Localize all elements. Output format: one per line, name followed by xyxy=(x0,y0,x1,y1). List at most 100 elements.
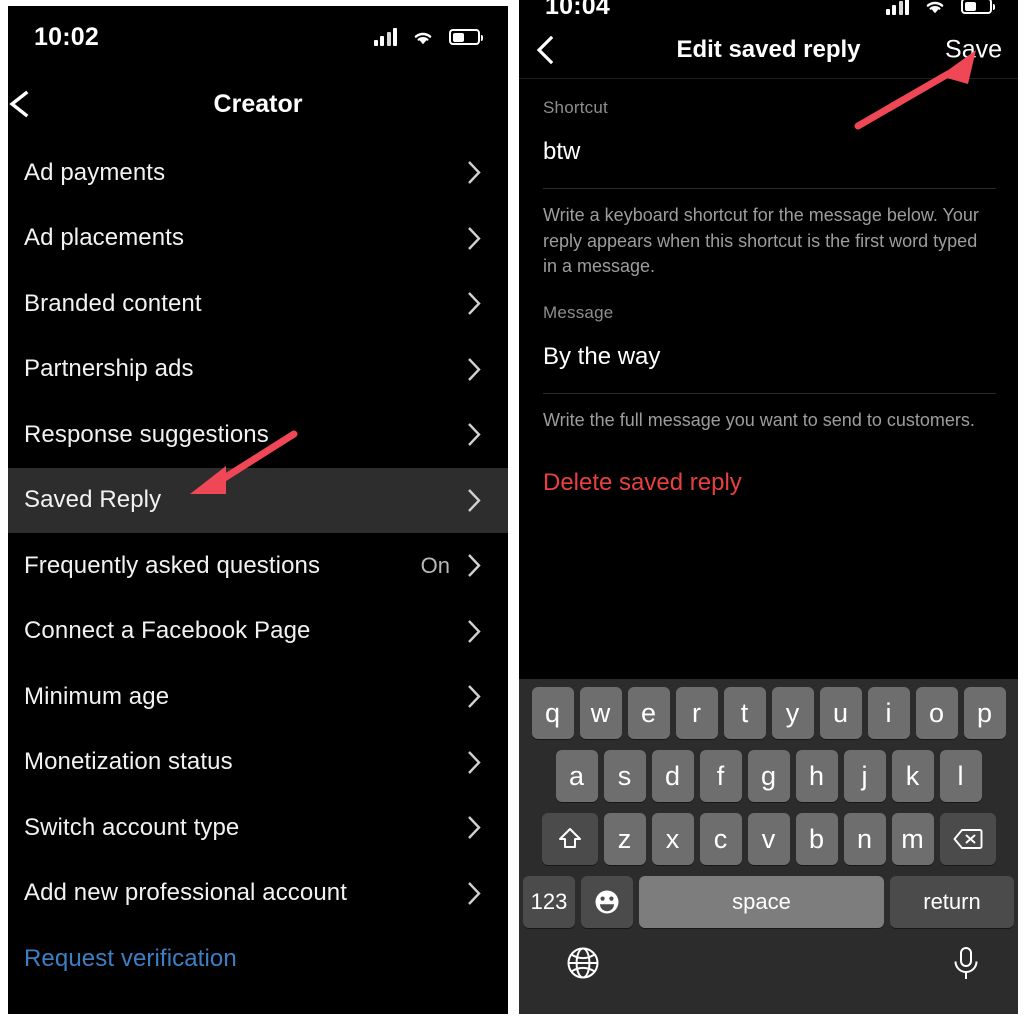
key-b[interactable]: b xyxy=(795,813,838,865)
settings-row-saved-reply[interactable]: Saved Reply xyxy=(8,467,508,533)
key-z[interactable]: z xyxy=(603,813,646,865)
key-n[interactable]: n xyxy=(843,813,886,865)
settings-row-right xyxy=(466,814,482,841)
key-a[interactable]: a xyxy=(555,750,598,802)
settings-row-label: Connect a Facebook Page xyxy=(24,617,311,645)
nav-bar-right: Edit saved reply Save xyxy=(519,22,1018,79)
on-screen-keyboard: q w e r t y u i o p a s d f g h j k l z … xyxy=(519,679,1018,1014)
shortcut-label: Shortcut xyxy=(543,98,608,117)
key-l[interactable]: l xyxy=(939,750,982,802)
settings-row-right xyxy=(466,356,482,383)
battery-icon xyxy=(961,0,995,14)
settings-row-right xyxy=(466,421,482,448)
keyboard-row-4: 123 space return xyxy=(519,876,1018,928)
settings-row-ad-payments[interactable]: Ad payments xyxy=(8,140,508,206)
settings-row-faq[interactable]: Frequently asked questions On xyxy=(8,533,508,599)
chevron-right-icon xyxy=(466,159,482,186)
chevron-right-icon xyxy=(466,225,482,252)
settings-row-label: Ad placements xyxy=(24,224,185,252)
settings-row-ad-placements[interactable]: Ad placements xyxy=(8,206,508,272)
settings-row-minimum-age[interactable]: Minimum age xyxy=(8,664,508,730)
settings-row-partnership-ads[interactable]: Partnership ads xyxy=(8,337,508,403)
numbers-key[interactable]: 123 xyxy=(523,876,575,928)
settings-row-right xyxy=(466,290,482,317)
chevron-right-icon xyxy=(466,290,482,317)
screenshot-stage: 10:02 Creator Ad payments Ad placements … xyxy=(0,0,1024,1020)
message-helper-text: Write the full message you want to send … xyxy=(543,409,975,430)
status-bar-time: 10:04 xyxy=(545,0,610,20)
status-bar-time: 10:02 xyxy=(34,22,99,51)
save-button[interactable]: Save xyxy=(945,36,1002,65)
key-m[interactable]: m xyxy=(891,813,934,865)
settings-row-connect-facebook-page[interactable]: Connect a Facebook Page xyxy=(8,599,508,665)
wifi-icon xyxy=(923,0,947,15)
keyboard-row-3: z x c v b n m xyxy=(519,813,1018,865)
request-verification-link[interactable]: Request verification xyxy=(8,926,508,992)
key-o[interactable]: o xyxy=(915,687,958,739)
key-s[interactable]: s xyxy=(603,750,646,802)
shortcut-input[interactable]: btw xyxy=(543,118,998,188)
chevron-right-icon xyxy=(466,618,482,645)
settings-row-add-new-professional-account[interactable]: Add new professional account xyxy=(8,861,508,927)
key-i[interactable]: i xyxy=(867,687,910,739)
settings-row-label: Partnership ads xyxy=(24,355,194,383)
status-bar-left: 10:02 xyxy=(8,6,508,68)
settings-row-right xyxy=(466,880,482,907)
key-r[interactable]: r xyxy=(675,687,718,739)
keyboard-row-1: q w e r t y u i o p xyxy=(519,687,1018,739)
chevron-left-icon[interactable] xyxy=(533,33,557,67)
settings-row-response-suggestions[interactable]: Response suggestions xyxy=(8,402,508,468)
page-title: Creator xyxy=(213,89,303,118)
right-phone-screen: 10:04 Edit saved reply Save Shortcut btw… xyxy=(519,0,1018,1014)
key-u[interactable]: u xyxy=(819,687,862,739)
key-x[interactable]: x xyxy=(651,813,694,865)
message-input[interactable]: By the way xyxy=(543,323,998,393)
key-t[interactable]: t xyxy=(723,687,766,739)
backspace-icon[interactable] xyxy=(939,813,996,865)
key-q[interactable]: q xyxy=(531,687,574,739)
settings-row-label: Branded content xyxy=(24,289,202,317)
key-k[interactable]: k xyxy=(891,750,934,802)
return-key[interactable]: return xyxy=(890,876,1014,928)
key-w[interactable]: w xyxy=(579,687,622,739)
settings-row-branded-content[interactable]: Branded content xyxy=(8,271,508,337)
globe-icon[interactable] xyxy=(565,945,601,981)
space-key[interactable]: space xyxy=(639,876,884,928)
settings-row-switch-account-type[interactable]: Switch account type xyxy=(8,795,508,861)
key-p[interactable]: p xyxy=(963,687,1006,739)
settings-row-label: Monetization status xyxy=(24,748,233,776)
key-v[interactable]: v xyxy=(747,813,790,865)
page-title: Edit saved reply xyxy=(676,36,861,63)
key-c[interactable]: c xyxy=(699,813,742,865)
delete-saved-reply-button[interactable]: Delete saved reply xyxy=(519,437,1018,497)
keyboard-bottom-row xyxy=(519,939,1018,981)
settings-row-label: Switch account type xyxy=(24,813,240,841)
key-j[interactable]: j xyxy=(843,750,886,802)
chevron-left-icon[interactable] xyxy=(8,87,36,121)
key-g[interactable]: g xyxy=(747,750,790,802)
key-d[interactable]: d xyxy=(651,750,694,802)
key-e[interactable]: e xyxy=(627,687,670,739)
emoji-smiley-icon[interactable] xyxy=(581,876,633,928)
chevron-right-icon xyxy=(466,880,482,907)
shortcut-field-block: Shortcut btw xyxy=(519,79,1018,188)
status-bar-icons xyxy=(373,28,483,46)
request-verification-label: Request verification xyxy=(24,945,237,972)
microphone-icon[interactable] xyxy=(948,945,984,981)
chevron-right-icon xyxy=(466,356,482,383)
settings-row-label: Add new professional account xyxy=(24,879,348,907)
chevron-right-icon xyxy=(466,749,482,776)
chevron-right-icon xyxy=(466,421,482,448)
settings-row-monetization-status[interactable]: Monetization status xyxy=(8,730,508,796)
settings-row-value: On xyxy=(420,552,450,578)
key-y[interactable]: y xyxy=(771,687,814,739)
settings-row-right xyxy=(466,683,482,710)
settings-row-right xyxy=(466,749,482,776)
battery-icon xyxy=(449,29,483,45)
cellular-signal-icon xyxy=(373,28,397,46)
key-h[interactable]: h xyxy=(795,750,838,802)
shift-arrow-icon[interactable] xyxy=(541,813,598,865)
settings-row-label: Frequently asked questions xyxy=(24,551,321,579)
key-f[interactable]: f xyxy=(699,750,742,802)
cellular-signal-icon xyxy=(885,0,909,15)
